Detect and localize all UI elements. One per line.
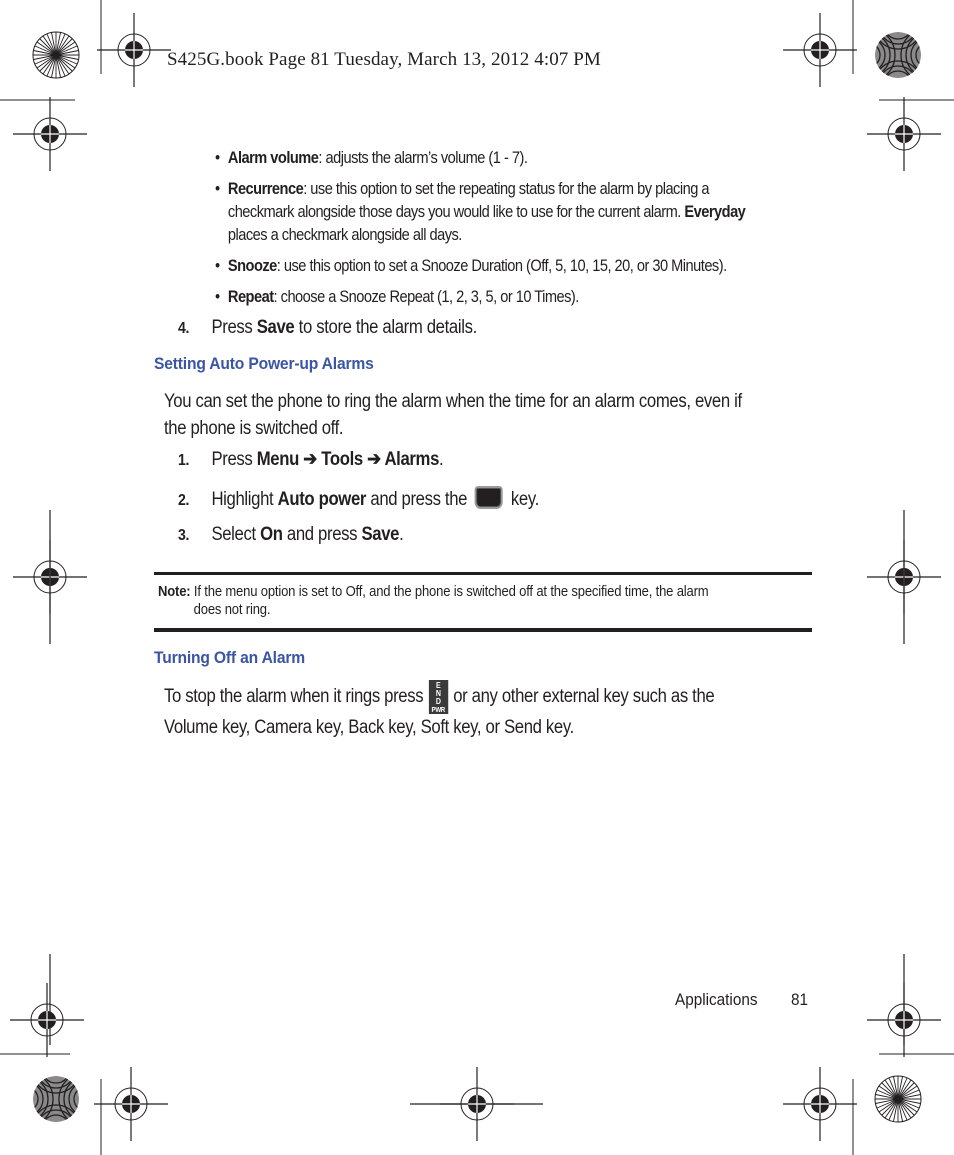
step-text: Select: [211, 524, 261, 545]
note-text-cont: does not ring.: [193, 601, 271, 618]
bullet-text-cont2: places a checkmark alongside all days.: [227, 225, 462, 244]
bullet-term: Repeat: [227, 287, 274, 306]
section1-step-3: 3. Select On and press Save.: [178, 523, 404, 548]
moire-mark-top-right: [875, 32, 921, 78]
menu-path-menu: Menu: [256, 449, 300, 470]
bullet-dot: •: [215, 287, 220, 306]
bullet-term-everyday: Everyday: [684, 202, 746, 221]
step-number: 1.: [178, 452, 190, 469]
step-text: .: [439, 449, 444, 470]
step-bold-on: On: [260, 524, 283, 545]
bullet-alarm-volume: • Alarm volume: adjusts the alarm’s volum…: [215, 146, 528, 169]
end-power-key-icon: E N D PWR: [428, 680, 448, 714]
crosshair-bottom-center: [439, 1066, 515, 1142]
step-text: Press: [211, 449, 257, 470]
crosshair-bottom-right-2: [782, 1066, 858, 1142]
bullet-text: : choose a Snooze Repeat (1, 2, 3, 5, or…: [273, 287, 580, 306]
bullet-text-cont: checkmark alongside those days you would…: [227, 202, 685, 221]
step-bold-save: Save: [361, 524, 400, 545]
menu-path-tools: Tools: [321, 449, 363, 470]
step-text: and press the: [366, 489, 472, 510]
note-rule-top: [154, 572, 812, 575]
starburst-mark-bottom-right: [874, 1075, 922, 1123]
step-4: 4. Press Save to store the alarm details.: [178, 316, 477, 341]
moire-mark-bottom-left: [33, 1076, 79, 1122]
bullet-term: Recurrence: [227, 179, 304, 198]
bullet-dot: •: [215, 179, 220, 198]
bullet-dot: •: [215, 148, 220, 167]
section1-step-2: 2. Highlight Auto power and press the key…: [178, 486, 539, 513]
section-heading-auto-power-up: Setting Auto Power-up Alarms: [154, 354, 374, 373]
intro-line-2: the phone is switched off.: [164, 418, 344, 439]
bullet-repeat: • Repeat: choose a Snooze Repeat (1, 2, 3…: [215, 285, 579, 308]
ok-key-icon: [474, 486, 504, 509]
step-number: 4.: [178, 320, 190, 337]
crosshair-bottom-left-2: [93, 1066, 169, 1142]
step-number: 3.: [178, 527, 190, 544]
crosshair-bottom-right-1: [866, 982, 942, 1058]
step-text: key.: [506, 489, 539, 510]
menu-path-alarms: Alarms: [384, 449, 440, 470]
text-line-1-post: or any other external key such as the: [453, 686, 715, 707]
bullet-snooze: • Snooze: use this option to set a Snooze…: [215, 254, 727, 277]
crosshair-top-left-2: [12, 96, 88, 172]
registration-marks: [0, 0, 954, 1155]
step-bold-save: Save: [256, 317, 295, 338]
step-text: .: [399, 524, 404, 545]
crosshair-bottom-left-1: [9, 982, 85, 1058]
intro-line-1: You can set the phone to ring the alarm …: [164, 391, 742, 412]
bullet-term: Alarm volume: [227, 148, 319, 167]
starburst-mark-top-left: [32, 31, 80, 79]
bullet-text: : use this option to set the repeating s…: [303, 179, 709, 198]
text-line-1-pre: To stop the alarm when it rings press: [164, 686, 424, 707]
bullet-dot: •: [215, 256, 220, 275]
step-number: 2.: [178, 492, 190, 509]
print-header: S425G.book Page 81 Tuesday, March 13, 20…: [167, 49, 601, 70]
arrow-icon: ➔: [362, 449, 385, 470]
bullet-recurrence: • Recurrence: use this option to set the …: [215, 177, 746, 246]
text-line-2: Volume key, Camera key, Back key, Soft k…: [164, 717, 574, 738]
footer-section-name: Applications: [675, 990, 758, 1009]
crosshair-top-right-1: [782, 12, 858, 88]
step-text: and press: [282, 524, 362, 545]
bullet-text: : use this option to set a Snooze Durati…: [276, 256, 727, 275]
bullet-term: Snooze: [227, 256, 277, 275]
note-text: If the menu option is set to Off, and th…: [190, 583, 709, 600]
section1-intro: You can set the phone to ring the alarm …: [164, 388, 742, 442]
note-box: Note: If the menu option is set to Off, …: [158, 583, 709, 619]
bullet-text: : adjusts the alarm’s volume (1 - 7).: [318, 148, 528, 167]
step-text: to store the alarm details.: [294, 317, 478, 338]
section2-text: To stop the alarm when it rings press E N D…: [164, 680, 715, 741]
crosshair-top-left-1: [96, 12, 172, 88]
note-label: Note:: [158, 583, 191, 600]
note-rule-bottom: [154, 628, 812, 632]
section-heading-turning-off: Turning Off an Alarm: [154, 648, 305, 667]
step-text: Press: [211, 317, 257, 338]
step-bold-auto-power: Auto power: [277, 489, 367, 510]
arrow-icon: ➔: [298, 449, 322, 470]
step-text: Highlight: [211, 489, 278, 510]
footer-page-number: 81: [791, 990, 809, 1009]
crosshair-top-right-2: [866, 96, 942, 172]
section1-step-1: 1. Press Menu ➔ Tools ➔ Alarms.: [178, 448, 444, 473]
